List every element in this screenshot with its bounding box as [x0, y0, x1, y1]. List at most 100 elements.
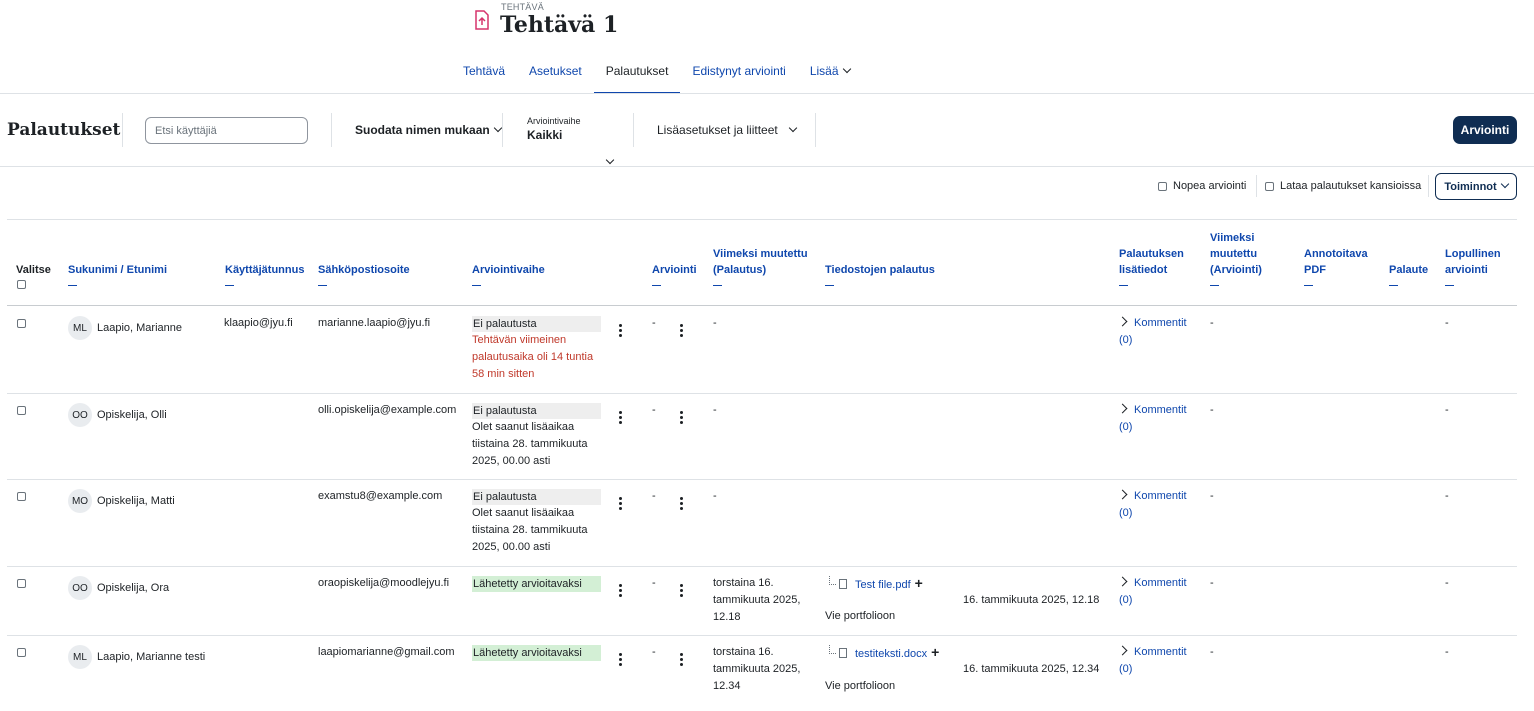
column-header-name[interactable]: Sukunimi / Etunimi — [68, 262, 167, 286]
grading-stage-dropdown[interactable]: Arviointivaihe Kaikki — [527, 116, 615, 165]
column-header-final-grade[interactable]: Lopullinen arviointi — [1445, 246, 1501, 286]
final-grade-cell: - — [1445, 490, 1449, 502]
comments-link[interactable]: Kommentit — [1134, 404, 1187, 416]
plus-icon[interactable]: + — [931, 644, 939, 660]
quick-grading-checkbox[interactable] — [1158, 181, 1167, 191]
column-header-files[interactable]: Tiedostojen palautus — [825, 262, 935, 286]
row-actions-menu-icon[interactable] — [619, 411, 622, 424]
comments-link[interactable]: Kommentit — [1134, 577, 1187, 589]
grading-stage-label: Arviointivaihe — [527, 116, 581, 126]
comments-toggle[interactable]: Kommentit (0) — [1117, 315, 1187, 349]
comments-link[interactable]: Kommentit — [1134, 317, 1187, 329]
row-select-checkbox[interactable] — [17, 319, 26, 328]
comments-link[interactable]: Kommentit — [1134, 646, 1187, 658]
grade-actions-menu-icon[interactable] — [680, 653, 683, 666]
grade-actions-menu-icon[interactable] — [680, 324, 683, 337]
plus-icon[interactable]: + — [915, 575, 923, 591]
tab-asetukset[interactable]: Asetukset — [517, 52, 594, 94]
column-header-feedback[interactable]: Palaute — [1389, 262, 1428, 286]
comments-link[interactable]: Kommentit — [1134, 490, 1187, 502]
file-link[interactable]: testiteksti.docx — [855, 648, 927, 660]
filter-by-name-dropdown[interactable]: Suodata nimen mukaan — [355, 123, 502, 137]
export-portfolio-link[interactable]: Vie portfolioon — [825, 678, 895, 695]
collapse-column-icon[interactable] — [1389, 285, 1398, 286]
column-header-grade[interactable]: Arviointi — [652, 262, 697, 286]
advanced-settings-dropdown[interactable]: Lisäasetukset ja liitteet — [657, 123, 797, 137]
modified-header-line1: Viimeksi muutettu — [713, 248, 808, 260]
file-link[interactable]: Test file.pdf — [855, 579, 911, 591]
tree-connector-icon — [829, 576, 836, 585]
actions-dropdown-button[interactable]: Toiminnot — [1435, 173, 1517, 200]
status-note-line2: palautusaika oli 14 tuntia — [472, 351, 594, 363]
comments-toggle[interactable]: Kommentit (0) — [1117, 402, 1187, 436]
collapse-column-icon[interactable] — [1445, 285, 1454, 286]
row-select-checkbox[interactable] — [17, 648, 26, 657]
tab-palautukset[interactable]: Palautukset — [593, 52, 681, 94]
collapse-column-icon[interactable] — [318, 285, 327, 286]
collapse-column-icon[interactable] — [1304, 285, 1313, 286]
comments-count: (0) — [1119, 663, 1133, 675]
comments-toggle[interactable]: Kommentit (0) — [1117, 575, 1187, 609]
modified-cell: - — [713, 317, 717, 329]
comments-toggle[interactable]: Kommentit (0) — [1117, 488, 1187, 522]
collapse-column-icon[interactable] — [225, 285, 234, 286]
user-name-link[interactable]: Laapio, Marianne testi — [97, 649, 205, 666]
row-select-checkbox[interactable] — [17, 406, 26, 415]
user-name-link[interactable]: Opiskelija, Matti — [97, 493, 175, 510]
grade-button[interactable]: Arviointi — [1453, 116, 1517, 144]
divider — [122, 113, 123, 147]
collapse-column-icon[interactable] — [472, 285, 481, 286]
row-actions-menu-icon[interactable] — [619, 584, 622, 597]
status-badge: Ei palautusta — [472, 316, 601, 332]
column-header-email[interactable]: Sähköpostiosoite — [318, 262, 410, 286]
status-note-line2: tiistaina 28. tammikuuta — [472, 438, 588, 450]
user-name-link[interactable]: Opiskelija, Ora — [97, 580, 169, 597]
chevron-right-icon — [1117, 576, 1128, 587]
column-header-username[interactable]: Käyttäjätunnus — [225, 262, 304, 286]
column-header-comments[interactable]: Palautuksen lisätiedot — [1119, 246, 1184, 286]
divider — [7, 635, 1517, 636]
quick-grading-option[interactable]: Nopea arviointi — [1158, 180, 1246, 192]
comments-toggle[interactable]: Kommentit (0) — [1117, 644, 1187, 678]
column-header-modified-submission[interactable]: Viimeksi muutettu (Palautus) — [713, 246, 808, 286]
search-users-input[interactable] — [145, 117, 308, 144]
status-note-line1: Tehtävän viimeinen — [472, 334, 567, 346]
grade-actions-menu-icon[interactable] — [680, 584, 683, 597]
comments-count: (0) — [1119, 594, 1133, 606]
grade-actions-menu-icon[interactable] — [680, 497, 683, 510]
download-folders-option[interactable]: Lataa palautukset kansioissa — [1265, 180, 1421, 192]
final-grade-cell: - — [1445, 317, 1449, 329]
user-name-link[interactable]: Opiskelija, Olli — [97, 407, 167, 424]
column-header-status[interactable]: Arviointivaihe — [472, 262, 545, 286]
row-select-checkbox[interactable] — [17, 492, 26, 501]
modified-grade-cell: - — [1210, 404, 1214, 416]
tab-lisaa[interactable]: Lisää — [798, 52, 862, 94]
chevron-right-icon — [1117, 403, 1128, 414]
select-all-checkbox[interactable] — [17, 280, 26, 289]
select-header-label: Valitse — [16, 264, 51, 276]
tab-tehtava[interactable]: Tehtävä — [451, 52, 517, 94]
modified-cell: torstaina 16. tammikuuta 2025, 12.34 — [713, 644, 800, 695]
collapse-column-icon[interactable] — [652, 285, 661, 286]
divider — [1428, 175, 1429, 197]
divider — [502, 113, 503, 147]
row-actions-menu-icon[interactable] — [619, 653, 622, 666]
modified-line3: 12.34 — [713, 680, 741, 692]
row-actions-menu-icon[interactable] — [619, 324, 622, 337]
filter-by-name-label: Suodata nimen mukaan — [355, 123, 490, 137]
tab-edistynyt-arviointi[interactable]: Edistynyt arviointi — [680, 52, 797, 94]
user-name-link[interactable]: Laapio, Marianne — [97, 320, 182, 337]
column-header-modified-grade[interactable]: Viimeksi muutettu (Arviointi) — [1210, 230, 1262, 286]
export-portfolio-link[interactable]: Vie portfolioon — [825, 608, 895, 625]
collapse-column-icon[interactable] — [1210, 285, 1219, 286]
column-header-annotate-pdf[interactable]: Annotoitava PDF — [1304, 246, 1368, 286]
collapse-column-icon[interactable] — [68, 285, 77, 286]
collapse-column-icon[interactable] — [1119, 285, 1128, 286]
row-actions-menu-icon[interactable] — [619, 497, 622, 510]
status-note-line1: Olet saanut lisäaikaa — [472, 421, 575, 433]
row-select-checkbox[interactable] — [17, 579, 26, 588]
download-folders-checkbox[interactable] — [1265, 181, 1274, 191]
collapse-column-icon[interactable] — [713, 285, 722, 286]
grade-actions-menu-icon[interactable] — [680, 411, 683, 424]
collapse-column-icon[interactable] — [825, 285, 834, 286]
